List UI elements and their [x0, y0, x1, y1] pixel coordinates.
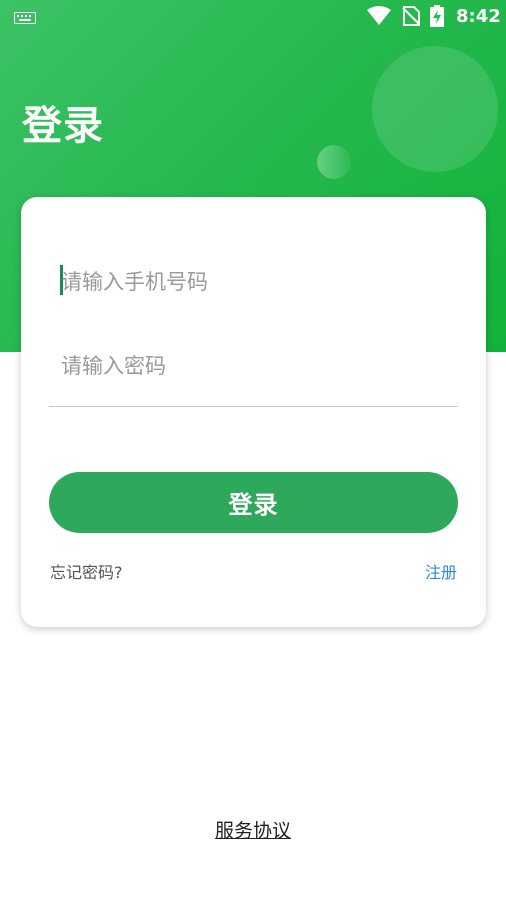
password-underline: [49, 406, 458, 407]
text-cursor: [60, 265, 63, 295]
no-sim-icon: [402, 6, 420, 26]
service-agreement-link[interactable]: 服务协议: [0, 818, 506, 844]
status-bar: 8:42: [0, 0, 506, 34]
page-title: 登录: [22, 103, 104, 149]
decorative-bubble-large: [372, 46, 498, 172]
password-input[interactable]: [49, 341, 458, 391]
register-link[interactable]: 注册: [425, 562, 457, 584]
login-card: 登录 忘记密码? 注册: [21, 197, 486, 627]
status-time: 8:42: [456, 6, 501, 27]
forgot-password-link[interactable]: 忘记密码?: [50, 562, 123, 584]
wifi-icon: [367, 6, 391, 25]
decorative-bubble-small: [317, 145, 351, 179]
phone-input[interactable]: [49, 257, 458, 307]
login-screen: 8:42 登录 登录 忘记密码? 注册 服务协议: [0, 0, 506, 900]
login-button[interactable]: 登录: [49, 472, 458, 533]
keyboard-icon: [14, 12, 36, 24]
battery-charging-icon: [430, 5, 444, 27]
